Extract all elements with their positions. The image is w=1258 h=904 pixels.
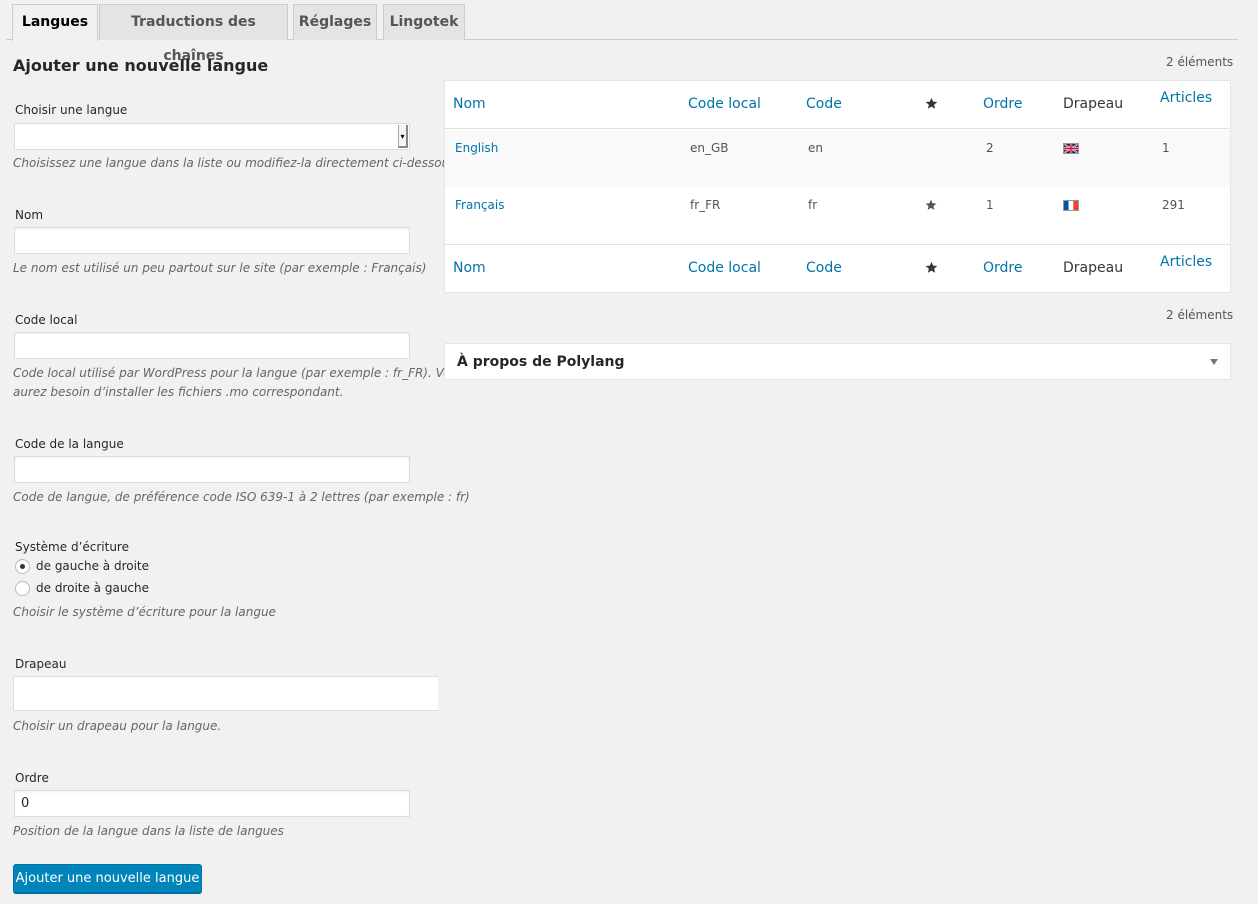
locale-description-line-2: aurez besoin d’installer les fichiers .m… [13,385,344,399]
direction-ltr-radio[interactable] [15,559,30,574]
column-posts-header[interactable]: Articles [1160,90,1212,106]
row-order: 2 [986,141,994,155]
about-polylang-box[interactable]: À propos de Polylang [444,343,1231,380]
languages-table: Nom Code local Code Ordre Drapeau Articl… [444,80,1231,293]
name-input[interactable] [14,227,410,254]
row-code: en [808,141,823,155]
direction-label: Système d’écriture [15,540,129,554]
column-name-footer[interactable]: Nom [453,260,486,276]
add-language-button[interactable]: Ajouter une nouvelle langue [13,864,202,893]
order-description: Position de la langue dans la liste de l… [13,824,284,838]
row-locale: fr_FR [690,198,721,212]
language-code-input[interactable] [14,456,410,483]
column-code-footer[interactable]: Code [806,260,842,276]
language-code-description: Code de langue, de préférence code ISO 6… [13,490,470,504]
items-count-bottom: 2 éléments [1166,308,1234,322]
row-posts: 1 [1162,141,1170,155]
column-order-header[interactable]: Ordre [983,96,1022,112]
table-header: Nom Code local Code Ordre Drapeau Articl… [445,81,1230,129]
tab-langues[interactable]: Langues [12,4,98,41]
column-code-header[interactable]: Code [806,96,842,112]
chevron-down-icon[interactable] [1210,359,1218,365]
column-locale-header[interactable]: Code local [688,96,761,112]
direction-description: Choisir le système d’écriture pour la la… [13,605,276,619]
table-row-english: English en_GB en 2 1 [445,130,1230,187]
language-code-label: Code de la langue [15,437,124,451]
row-locale: en_GB [690,141,729,155]
choose-language-label: Choisir une langue [15,103,128,117]
name-description: Le nom est utilisé un peu partout sur le… [13,261,427,275]
locale-description-line-1: Code local utilisé par WordPress pour la… [13,366,465,380]
column-posts-footer[interactable]: Articles [1160,254,1212,270]
order-input[interactable] [14,790,410,817]
column-name-header[interactable]: Nom [453,96,486,112]
nav-tabs: Langues Traductions des chaînes Réglages… [6,4,1238,64]
column-flag-header: Drapeau [1063,96,1124,112]
column-order-footer[interactable]: Ordre [983,260,1022,276]
locale-label: Code local [15,313,78,327]
tab-traductions[interactable]: Traductions des chaînes [99,4,288,64]
table-footer: Nom Code local Code Ordre Drapeau Articl… [445,244,1230,292]
choose-language-description: Choisissez une langue dans la liste ou m… [13,156,460,170]
order-label: Ordre [15,771,49,785]
fr-flag-icon [1063,200,1079,211]
select-arrow-icon: ▾ [398,125,408,148]
column-locale-footer[interactable]: Code local [688,260,761,276]
name-label: Nom [15,208,44,222]
items-count-top: 2 éléments [1166,55,1234,69]
tab-reglages[interactable]: Réglages [293,4,377,40]
flag-description: Choisir un drapeau pour la langue. [13,719,222,733]
tab-lingotek[interactable]: Lingotek [383,4,465,40]
row-name-link[interactable]: English [455,141,498,155]
about-polylang-title: À propos de Polylang [457,354,625,370]
star-icon [925,97,938,109]
page-title: Ajouter une nouvelle langue [13,56,269,75]
default-language-star-icon [925,199,937,210]
row-posts: 291 [1162,198,1185,212]
row-order: 1 [986,198,994,212]
gb-flag-icon [1063,143,1079,154]
direction-ltr-label: de gauche à droite [36,559,150,573]
column-flag-footer: Drapeau [1063,260,1124,276]
direction-rtl-radio[interactable] [15,581,30,596]
table-row-francais: Français fr_FR fr 1 291 [445,187,1230,244]
choose-language-select[interactable]: ▾ [14,123,410,150]
flag-select[interactable] [13,676,438,711]
row-name-link[interactable]: Français [455,198,504,212]
locale-input[interactable] [14,332,410,359]
row-code: fr [808,198,818,212]
star-icon [925,261,938,273]
direction-rtl-label: de droite à gauche [36,581,150,595]
flag-label: Drapeau [15,657,67,671]
